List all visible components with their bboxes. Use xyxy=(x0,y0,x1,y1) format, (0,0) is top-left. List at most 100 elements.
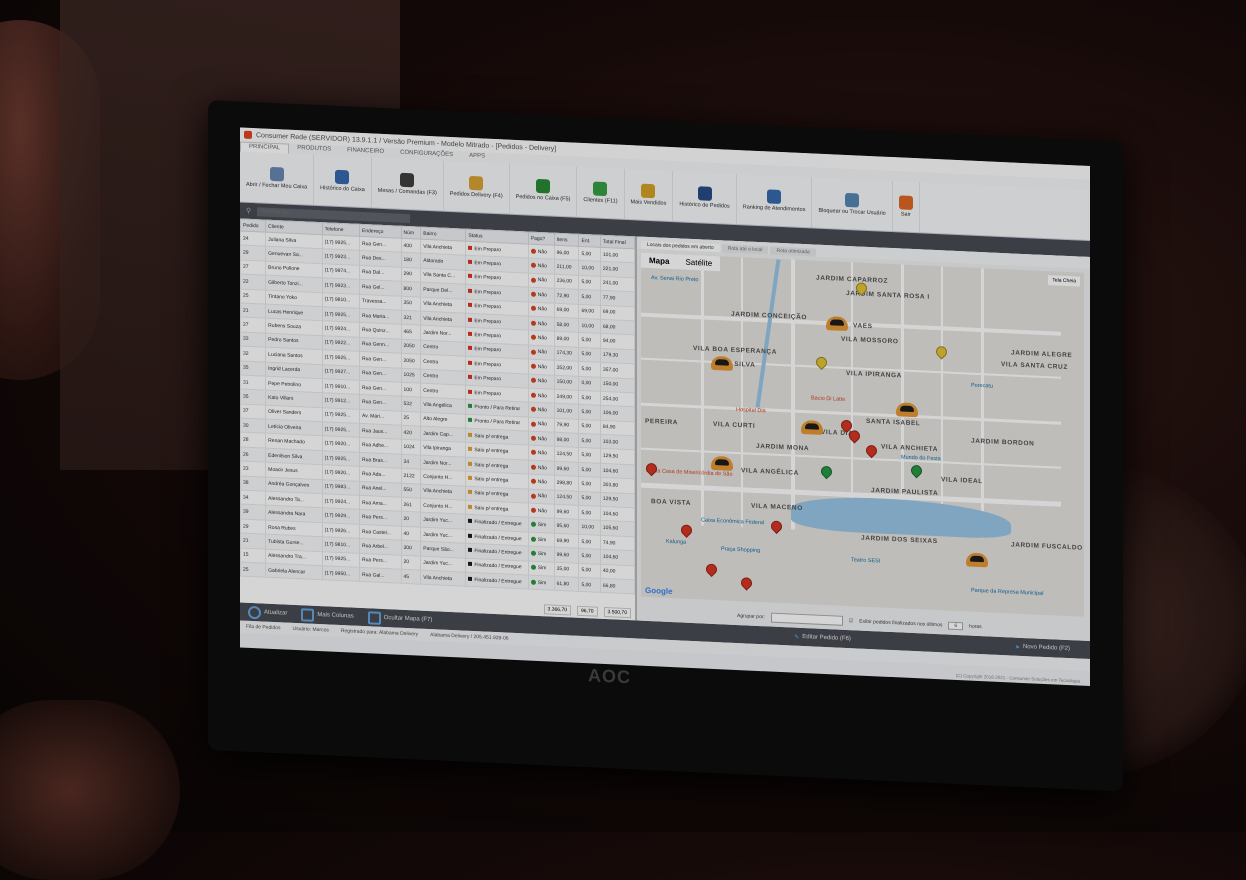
cell-text: Em Preparo xyxy=(474,317,502,325)
ribbon-button[interactable]: Pedidos Delivery (F4) xyxy=(443,160,510,214)
cell-text: 34 xyxy=(243,494,249,501)
map-motorcycle-courier-icon[interactable] xyxy=(826,316,848,332)
paid-status-icon xyxy=(530,521,536,528)
ribbon-button[interactable]: Bloquear ou Trocar Usuário xyxy=(812,177,893,232)
cell-text: (17) 9925... xyxy=(324,310,351,319)
table-cell: Gabriela Alencar xyxy=(265,563,323,581)
map-order-pin-icon[interactable] xyxy=(863,442,880,459)
hours-stepper[interactable]: 6 xyxy=(948,621,964,631)
cell-text: 35 xyxy=(243,364,249,372)
paid-status-icon xyxy=(530,565,536,571)
table-cell: 29 xyxy=(240,245,266,261)
map-order-pin-icon[interactable] xyxy=(933,344,950,360)
group-by-select[interactable] xyxy=(770,612,843,626)
ribbon-button[interactable]: Mais Vendidos xyxy=(624,168,674,222)
map-tab[interactable]: Locais dos pedidos em aberto xyxy=(641,240,720,253)
cell-text: 89,00 xyxy=(556,335,570,343)
table-cell: 99,60 xyxy=(554,461,579,477)
fullscreen-button[interactable]: Tela Cheia xyxy=(1048,275,1080,287)
table-cell: 465 xyxy=(401,324,421,340)
ribbon-icon xyxy=(767,189,782,205)
cell-text: Não xyxy=(537,464,547,471)
ribbon-button[interactable]: Histórico de Pedidos xyxy=(673,171,737,225)
ribbon-button[interactable]: Pedidos no Caixa (F5) xyxy=(509,163,578,217)
table-cell: 98,00 xyxy=(554,432,579,448)
table-cell: 96,00 xyxy=(554,245,579,261)
table-cell: 20 xyxy=(401,554,421,571)
map-tab[interactable]: Rota otimizada xyxy=(770,246,816,257)
map-type-satellite[interactable]: Satélite xyxy=(677,254,720,271)
cell-text: 800 xyxy=(403,285,412,293)
column-header[interactable]: Núm xyxy=(401,226,421,240)
cell-text: 211,00 xyxy=(556,263,572,271)
map-neighborhood-label: BOA VISTA xyxy=(651,498,692,507)
cell-text: Saiu p/ entrega xyxy=(474,476,509,484)
paid-status-icon xyxy=(530,478,536,484)
cell-text: 550 xyxy=(403,487,412,494)
cell-text: 350 xyxy=(403,300,412,307)
map-motorcycle-courier-icon[interactable] xyxy=(896,402,918,418)
ribbon-button[interactable]: Ranking de Atendimentos xyxy=(736,174,813,228)
ribbon-button[interactable]: Histórico do Caixa xyxy=(314,154,372,208)
edit-order-button[interactable]: ✎ Editar Pedido (F6) xyxy=(794,633,851,643)
ribbon-button[interactable]: Mesas / Comandas (F3) xyxy=(371,157,444,211)
cell-text: Vila Anchieta xyxy=(423,574,453,582)
map-motorcycle-courier-icon[interactable] xyxy=(711,355,733,371)
cell-text: Letícia Oliveira xyxy=(268,423,302,432)
column-header[interactable]: Pedido xyxy=(240,218,266,233)
table-cell: Não xyxy=(528,315,555,332)
cell-text: Vila Anchieta xyxy=(423,488,453,496)
cell-text: Em Preparo xyxy=(474,332,502,340)
table-cell: 5,00 xyxy=(578,275,601,291)
map-motorcycle-courier-icon[interactable] xyxy=(711,455,733,471)
table-cell: 129,50 xyxy=(600,491,635,508)
table-cell: 31 xyxy=(240,374,266,391)
table-cell: 2122 xyxy=(401,468,421,484)
map-motorcycle-courier-icon[interactable] xyxy=(801,419,823,435)
table-cell: 236,00 xyxy=(554,274,579,290)
ribbon-button[interactable]: Sair xyxy=(892,181,920,233)
status-flag-icon xyxy=(468,303,473,308)
cell-text: (17) 9925... xyxy=(324,426,351,434)
cell-text: Finalizado / Entregue xyxy=(474,519,522,528)
orders-panel: Pedido Cliente Telefone Endereço Núm Bairro St… xyxy=(240,218,637,621)
status-flag-icon xyxy=(468,418,473,423)
map-poi-label: Hospital Dia xyxy=(736,406,766,415)
table-cell: (17) 9950... xyxy=(322,565,360,582)
cell-text: 241,00 xyxy=(602,280,619,288)
hide-map-button[interactable]: Ocultar Mapa (F7) xyxy=(367,610,432,627)
table-cell: 5,00 xyxy=(578,476,601,492)
show-finalized-checkbox[interactable]: ☑ xyxy=(849,618,853,624)
map-motorcycle-courier-icon[interactable] xyxy=(966,552,988,568)
cell-text: (17) 9922... xyxy=(324,339,351,347)
cell-text: 5,00 xyxy=(581,423,592,430)
table-cell: 298,80 xyxy=(554,475,579,491)
refresh-button[interactable]: Atualizar xyxy=(248,605,287,620)
map-order-pin-icon[interactable] xyxy=(703,561,720,578)
totals-row: 3.366,70 96,70 3.500,70 xyxy=(543,604,631,619)
cell-text: Rua Anel... xyxy=(362,485,387,493)
cell-text: (17) 9924... xyxy=(324,325,351,333)
ribbon-label: Sair xyxy=(900,211,911,218)
map-tab[interactable]: Rota até o local xyxy=(721,244,769,255)
map-order-pin-icon[interactable] xyxy=(818,463,835,480)
cell-text: Não xyxy=(537,320,547,328)
column-header[interactable]: Itens xyxy=(554,233,579,247)
cell-text: 150,00 xyxy=(602,381,619,388)
new-order-button[interactable]: ➤ Novo Pedido (F2) xyxy=(1015,643,1070,653)
map-order-pin-icon[interactable] xyxy=(678,522,695,539)
map-road xyxy=(981,268,984,539)
cell-text: Rua Gen... xyxy=(362,384,387,392)
ribbon-button[interactable]: Abrir / Fechar Meu Caixa xyxy=(240,151,315,205)
map-order-pin-icon[interactable] xyxy=(768,518,785,535)
more-columns-button[interactable]: Mais Colunas xyxy=(301,607,354,623)
cell-text: Jardim Cap... xyxy=(423,430,453,438)
ribbon-button[interactable]: Clientes (F11) xyxy=(577,166,625,219)
map-view[interactable]: Mapa Satélite Tela Cheia Google JARDIM C… xyxy=(641,252,1084,617)
table-cell: 89,00 xyxy=(554,331,579,348)
map-type-map[interactable]: Mapa xyxy=(641,253,677,270)
map-order-pin-icon[interactable] xyxy=(908,462,925,479)
columns-icon xyxy=(301,607,315,622)
column-header[interactable]: Ent. xyxy=(578,234,601,248)
map-order-pin-icon[interactable] xyxy=(738,575,755,591)
